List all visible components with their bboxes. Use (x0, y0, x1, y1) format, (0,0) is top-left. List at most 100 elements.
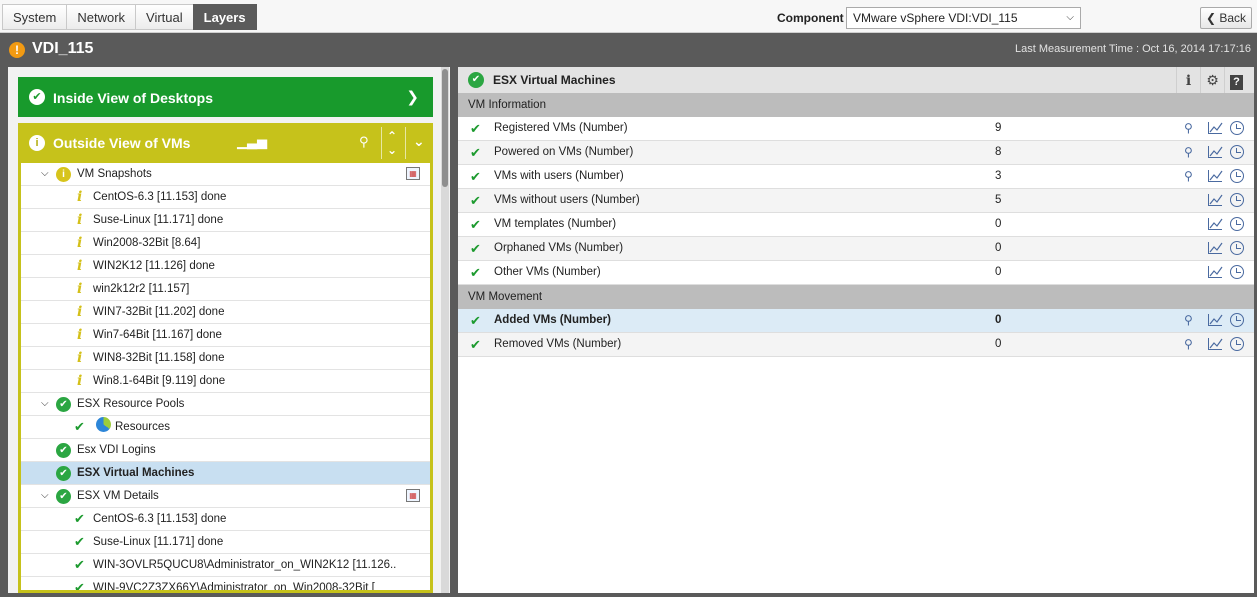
tree-item[interactable]: ✔ WIN-3OVLR5QUCU8\Administrator_on_WIN2K1… (21, 554, 430, 577)
measure-name: VM templates (Number) (494, 218, 617, 230)
history-icon[interactable] (1230, 217, 1244, 231)
left-scrollbar[interactable] (441, 67, 449, 593)
component-select[interactable]: VMware vSphere VDI:VDI_115 ⌵ (846, 7, 1081, 29)
tree-item[interactable]: i Suse-Linux [11.171] done (21, 209, 430, 232)
measure-row[interactable]: ✔ Powered on VMs (Number) 8 ⚲ (458, 141, 1254, 165)
tree-item[interactable]: i WIN8-32Bit [11.158] done (21, 347, 430, 370)
tree-item[interactable]: i Win7-64Bit [11.167] done (21, 324, 430, 347)
graph-icon[interactable] (1208, 242, 1223, 254)
tree-item[interactable]: ✔ CentOS-6.3 [11.153] done (21, 508, 430, 531)
tab-virtual[interactable]: Virtual (135, 4, 193, 30)
tree-item[interactable]: ✔ Suse-Linux [11.171] done (21, 531, 430, 554)
measure-row[interactable]: ✔ Registered VMs (Number) 9 ⚲ (458, 117, 1254, 141)
search-icon[interactable]: ⚲ (1184, 117, 1193, 140)
info-icon: i (77, 304, 83, 320)
graph-icon[interactable] (1208, 218, 1223, 230)
chevron-down-icon[interactable]: ⌵ (41, 485, 49, 507)
top-bar: System Network Virtual Layers Component … (0, 0, 1257, 33)
bar-chart-icon[interactable]: ▁▃▅ (237, 134, 267, 150)
info-icon: i (77, 235, 83, 251)
history-icon[interactable] (1230, 193, 1244, 207)
scrollbar-thumb[interactable] (442, 69, 448, 187)
tree-item[interactable]: ✔ ESX Virtual Machines (21, 462, 430, 485)
tab-network[interactable]: Network (66, 4, 136, 30)
gear-icon[interactable]: ⚙ (1200, 67, 1224, 93)
tree-item[interactable]: i Win8.1-64Bit [9.119] done (21, 370, 430, 393)
tree-item-label: WIN8-32Bit [11.158] done (93, 352, 225, 364)
info-icon: i (77, 189, 83, 205)
tree-item[interactable]: i win2k12r2 [11.157] (21, 278, 430, 301)
details-icon[interactable]: ▦ (406, 489, 420, 502)
info-icon: i (77, 281, 83, 297)
check-icon: ✔ (29, 89, 45, 105)
measure-row[interactable]: ✔ VMs without users (Number) 5 (458, 189, 1254, 213)
check-icon: ✔ (470, 241, 481, 256)
section-header: VM Movement (458, 285, 1254, 309)
search-icon[interactable]: ⚲ (1184, 165, 1193, 188)
graph-icon[interactable] (1208, 338, 1223, 350)
graph-icon[interactable] (1208, 194, 1223, 206)
search-icon[interactable]: ⚲ (1184, 141, 1193, 164)
graph-icon[interactable] (1208, 146, 1223, 158)
back-button[interactable]: ❮ Back (1200, 7, 1252, 29)
tree-item[interactable]: i WIN2K12 [11.126] done (21, 255, 430, 278)
graph-icon[interactable] (1208, 122, 1223, 134)
search-icon[interactable]: ⚲ (1184, 309, 1193, 332)
check-icon: ✔ (470, 145, 481, 160)
tree-item-label: VM Snapshots (77, 168, 152, 180)
chevron-down-icon[interactable]: ⌄ (413, 133, 425, 150)
history-icon[interactable] (1230, 241, 1244, 255)
measure-row[interactable]: ✔ Added VMs (Number) 0 ⚲ (458, 309, 1254, 333)
tree-item-label: CentOS-6.3 [11.153] done (93, 191, 227, 203)
history-icon[interactable] (1230, 313, 1244, 327)
info-icon: i (29, 135, 45, 151)
measure-row[interactable]: ✔ Other VMs (Number) 0 (458, 261, 1254, 285)
info-icon[interactable]: i (1176, 67, 1200, 93)
tree-item[interactable]: ✔ Esx VDI Logins (21, 439, 430, 462)
outside-view-header[interactable]: i Outside View of VMs ▁▃▅ ⚲ ⌃ ⌄ ⌄ (21, 123, 430, 163)
measure-row[interactable]: ✔ Removed VMs (Number) 0 ⚲ (458, 333, 1254, 357)
graph-icon[interactable] (1208, 314, 1223, 326)
history-icon[interactable] (1230, 265, 1244, 279)
measure-row[interactable]: ✔ VM templates (Number) 0 (458, 213, 1254, 237)
expand-collapse-icon[interactable]: ⌃ ⌄ (387, 129, 397, 157)
page-title: VDI_115 (32, 40, 94, 57)
check-icon: ✔ (74, 419, 85, 434)
details-icon[interactable]: ▦ (406, 167, 420, 180)
tree-item[interactable]: i Win2008-32Bit [8.64] (21, 232, 430, 255)
tree-item[interactable]: i CentOS-6.3 [11.153] done (21, 186, 430, 209)
tree-item[interactable]: ✔ WIN-9VC2Z3ZX66Y\Administrator_on_Win200… (21, 577, 430, 590)
tab-system[interactable]: System (2, 4, 67, 30)
outside-view-layer: i Outside View of VMs ▁▃▅ ⚲ ⌃ ⌄ ⌄ ⌵ i VM Sn… (18, 123, 433, 593)
measures-title: ESX Virtual Machines (493, 73, 616, 87)
graph-icon[interactable] (1208, 170, 1223, 182)
tab-layers[interactable]: Layers (192, 4, 257, 30)
measure-row[interactable]: ✔ VMs with users (Number) 3 ⚲ (458, 165, 1254, 189)
tree-item[interactable]: ✔ Resources (21, 416, 430, 439)
history-icon[interactable] (1230, 145, 1244, 159)
tree-item[interactable]: ⌵ ✔ ESX Resource Pools (21, 393, 430, 416)
pie-chart-icon (96, 417, 111, 432)
chevron-down-icon[interactable]: ⌵ (41, 163, 49, 185)
measure-row[interactable]: ✔ Orphaned VMs (Number) 0 (458, 237, 1254, 261)
chevron-down-icon[interactable]: ⌵ (41, 393, 49, 415)
search-icon[interactable]: ⚲ (1184, 333, 1193, 356)
chevron-right-icon[interactable]: ❯ (406, 88, 419, 106)
history-icon[interactable] (1230, 169, 1244, 183)
tree-item[interactable]: ⌵ ✔ ESX VM Details ▦ (21, 485, 430, 508)
measure-name: VMs without users (Number) (494, 194, 640, 206)
tree-item-label: Win8.1-64Bit [9.119] done (93, 375, 226, 387)
search-icon[interactable]: ⚲ (359, 134, 369, 150)
measure-name: Orphaned VMs (Number) (494, 242, 624, 254)
tree-item[interactable]: i WIN7-32Bit [11.202] done (21, 301, 430, 324)
graph-icon[interactable] (1208, 266, 1223, 278)
chevron-down-icon: ⌵ (1066, 12, 1074, 23)
back-button-label: Back (1219, 11, 1247, 25)
history-icon[interactable] (1230, 337, 1244, 351)
inside-view-banner[interactable]: ✔ Inside View of Desktops ❯ (18, 77, 433, 117)
help-icon[interactable]: ? (1224, 67, 1248, 93)
tree-item[interactable]: ⌵ i VM Snapshots ▦ (21, 163, 430, 186)
history-icon[interactable] (1230, 121, 1244, 135)
measure-value: 0 (995, 338, 1002, 350)
check-icon: ✔ (74, 511, 85, 526)
